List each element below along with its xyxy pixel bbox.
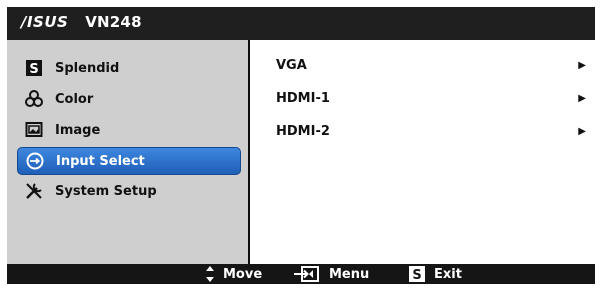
main-menu-panel: S Splendid Color Image Input Select Syst… [7,40,250,264]
svg-text:S: S [412,268,421,283]
menu-enter-icon [293,265,321,283]
menu-label: Menu [329,266,370,282]
title: /ISUS VN248 [21,13,142,31]
submenu-item-label: VGA [276,57,307,73]
arrow-right-icon: ▶ [578,92,586,104]
brand-logo: /ISUS [21,13,69,31]
arrow-right-icon: ▶ [578,125,586,137]
system-setup-icon [23,180,45,202]
menu-item-label: Color [55,91,94,107]
submenu-panel: VGA ▶ HDMI-1 ▶ HDMI-2 ▶ [250,40,595,264]
arrow-right-icon: ▶ [578,59,586,71]
move-hint: Move [205,265,262,283]
image-icon [23,119,45,141]
exit-s-icon: S [408,265,426,283]
title-bar: /ISUS VN248 [7,7,595,40]
model-name: VN248 [85,13,142,31]
svg-text:S: S [29,62,38,77]
submenu-item-hdmi-2[interactable]: HDMI-2 ▶ [276,120,586,142]
menu-item-splendid[interactable]: S Splendid [17,55,239,81]
menu-item-label: Input Select [56,153,145,169]
menu-item-label: Splendid [55,60,120,76]
submenu-item-label: HDMI-1 [276,90,330,106]
menu-hint: Menu [293,265,369,283]
menu-item-image[interactable]: Image [17,117,239,143]
footer-bar: Move Menu S Exit [7,264,595,284]
up-down-icon [205,265,215,283]
menu-item-system-setup[interactable]: System Setup [17,178,239,204]
monitor-osd: /ISUS VN248 S Splendid Color Image Input… [7,7,595,284]
submenu-item-label: HDMI-2 [276,123,330,139]
menu-item-color[interactable]: Color [17,86,239,112]
submenu-item-vga[interactable]: VGA ▶ [276,54,586,76]
menu-item-label: System Setup [55,183,157,199]
move-label: Move [223,266,263,282]
submenu-item-hdmi-1[interactable]: HDMI-1 ▶ [276,87,586,109]
exit-label: Exit [434,266,462,282]
color-icon [23,88,45,110]
exit-hint: S Exit [408,265,462,283]
input-select-icon [24,150,46,172]
splendid-icon: S [23,57,45,79]
menu-item-input-select[interactable]: Input Select [17,147,241,175]
menu-item-label: Image [55,122,101,138]
